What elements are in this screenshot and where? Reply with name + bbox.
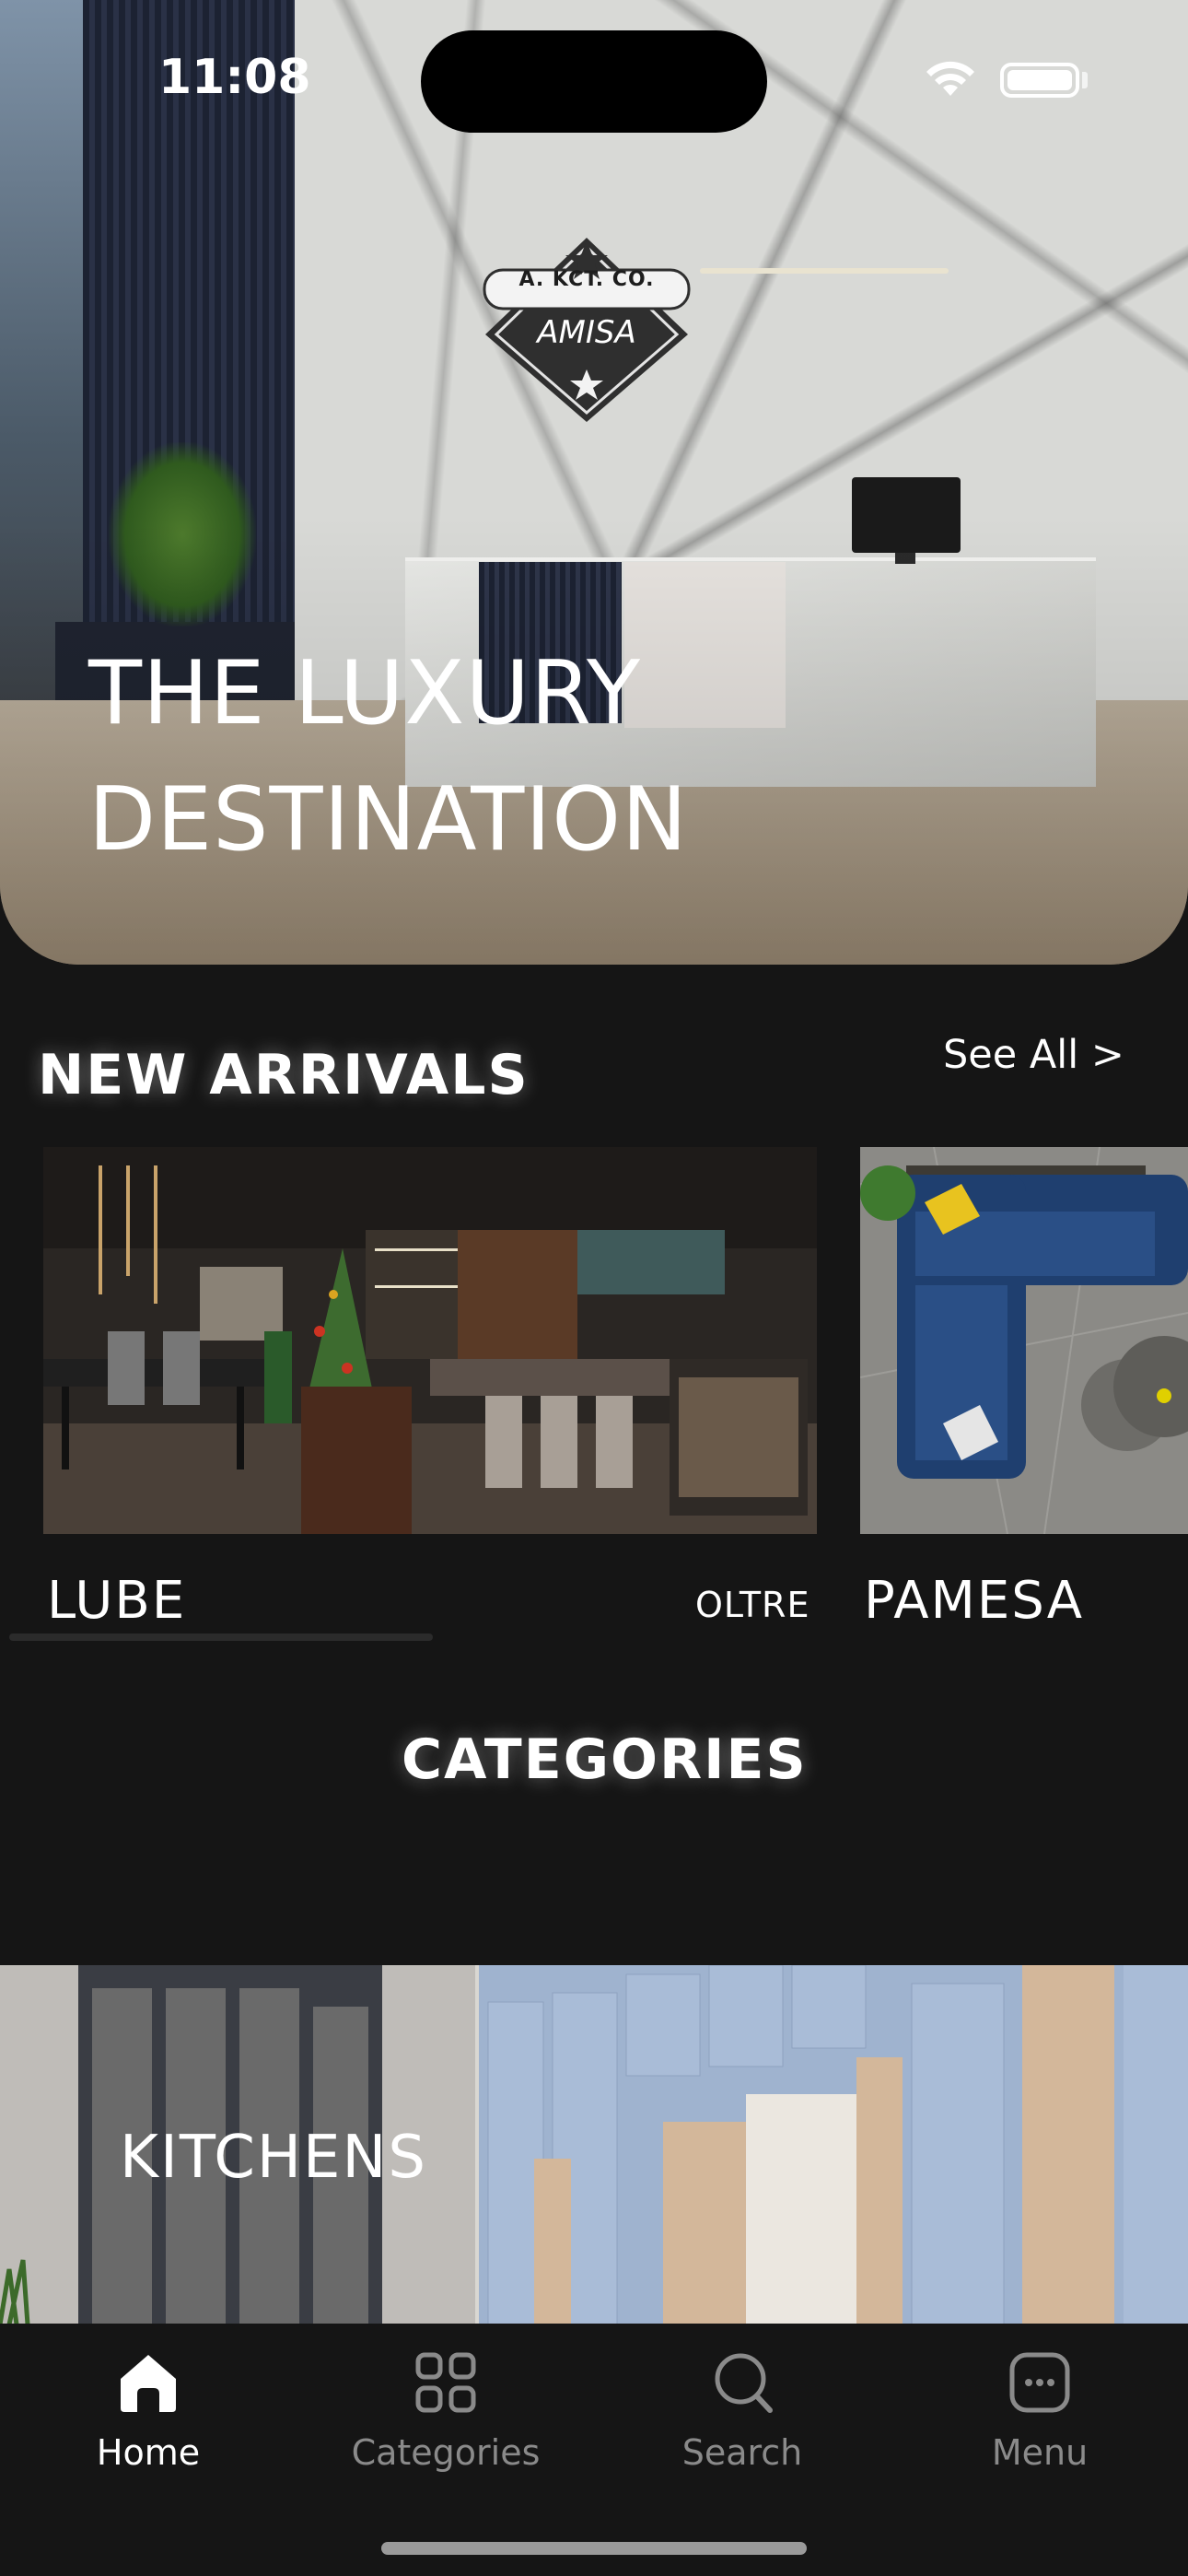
tab-categories[interactable]: Categories (308, 2346, 584, 2473)
menu-icon (1009, 2352, 1070, 2413)
tab-menu-label: Menu (991, 2432, 1089, 2473)
tab-menu[interactable]: Menu (902, 2346, 1178, 2473)
search-icon (715, 2353, 773, 2413)
tab-home-label: Home (96, 2432, 201, 2473)
hero-light (700, 268, 949, 274)
arrival-label: PAMESA (864, 1571, 1085, 1631)
home-icon (121, 2355, 176, 2412)
hero-banner[interactable]: A. KCT. CO. AMISA THE LUXURY DESTINATION (0, 0, 1188, 965)
wifi-icon (926, 61, 974, 96)
new-arrivals-carousel[interactable]: LUBE OLTRE PAMESA (0, 1147, 1188, 1645)
category-label: KITCHENS (120, 2124, 427, 2192)
logo-brand-text: AMISA (537, 314, 636, 351)
categories-title: CATEGORIES (402, 1727, 808, 1792)
battery-icon (1000, 63, 1079, 98)
status-time: 11:08 (158, 50, 311, 105)
home-indicator (381, 2542, 807, 2555)
amisa-logo: A. KCT. CO. AMISA (481, 233, 693, 427)
new-arrivals-title: NEW ARRIVALS (38, 1043, 530, 1107)
arrival-label: LUBE (47, 1571, 187, 1631)
hero-title: THE LUXURY DESTINATION (88, 643, 689, 871)
tab-search[interactable]: Search (604, 2346, 880, 2473)
see-all-link[interactable]: See All > (943, 1032, 1124, 1078)
tab-categories-label: Categories (351, 2432, 541, 2473)
arrival-image-lube (43, 1147, 817, 1534)
battery-tip (1082, 72, 1088, 88)
tab-home[interactable]: Home (10, 2346, 286, 2473)
dynamic-island (421, 30, 767, 133)
logo-top-text: A. KCT. CO. (518, 268, 655, 291)
arrival-sublabel: OLTRE (695, 1585, 810, 1625)
grid-icon (415, 2352, 476, 2413)
arrival-image-pamesa (860, 1147, 1188, 1534)
carousel-scroll-indicator (9, 1633, 433, 1641)
tab-search-label: Search (681, 2432, 803, 2473)
